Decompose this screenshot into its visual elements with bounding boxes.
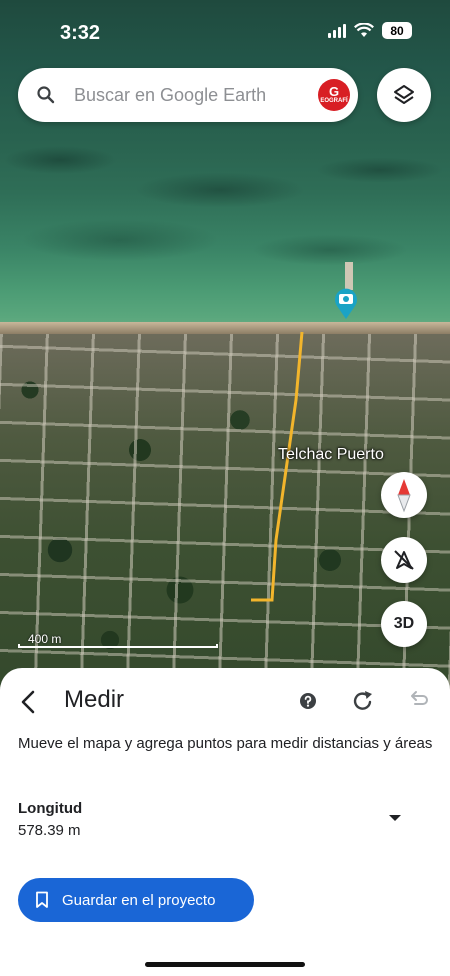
- signal-icon: [328, 23, 346, 38]
- avatar-logo-icon: G: [328, 84, 340, 99]
- layers-icon: [394, 85, 414, 104]
- back-button[interactable]: [14, 688, 42, 716]
- avatar[interactable]: G EOGRAFÍ: [318, 79, 350, 111]
- sheet-title: Medir: [64, 686, 125, 713]
- undo-icon: [411, 691, 428, 705]
- search-icon: [37, 86, 55, 104]
- metric-value: 578.39 m: [18, 822, 81, 839]
- camera-pin-icon[interactable]: [333, 286, 359, 325]
- refresh-icon: [353, 691, 372, 710]
- three-d-button[interactable]: 3D: [381, 601, 427, 647]
- place-label: Telchac Puerto: [278, 446, 384, 463]
- avatar-text: EOGRAFÍ: [320, 98, 348, 104]
- scale-line: [18, 644, 218, 648]
- compass-icon: [397, 479, 411, 513]
- save-button-label: Guardar en el proyecto: [62, 891, 216, 909]
- undo-button[interactable]: [405, 688, 429, 717]
- back-icon: [21, 690, 35, 714]
- status-time: 3:32: [60, 22, 101, 44]
- battery-icon: 80: [382, 22, 412, 39]
- tilt-off-icon: [394, 550, 414, 570]
- wifi-icon: [354, 23, 374, 37]
- unit-dropdown[interactable]: [384, 808, 406, 828]
- metric-label: Longitud: [18, 800, 83, 817]
- tilt-off-button[interactable]: [381, 537, 427, 583]
- bookmark-icon: [36, 891, 48, 908]
- sheet-header: Medir: [0, 682, 450, 722]
- measure-sheet: Medir Mueve el mapa y agrega puntos para…: [0, 668, 450, 976]
- instructions-text: Mueve el mapa y agrega puntos para medir…: [18, 735, 433, 752]
- dropdown-icon: [389, 815, 401, 821]
- scale-bar: 400 m: [18, 632, 218, 648]
- help-icon: [300, 693, 316, 709]
- home-indicator[interactable]: [145, 962, 305, 967]
- help-button[interactable]: [298, 691, 318, 716]
- status-icons: 80: [328, 22, 412, 39]
- search-placeholder: Buscar en Google Earth: [74, 85, 267, 105]
- layers-button[interactable]: [377, 68, 431, 122]
- refresh-button[interactable]: [351, 688, 375, 719]
- compass-button[interactable]: [381, 472, 427, 518]
- save-to-project-button[interactable]: Guardar en el proyecto: [18, 878, 254, 922]
- search-bar[interactable]: Buscar en Google Earth G EOGRAFÍ: [18, 68, 358, 122]
